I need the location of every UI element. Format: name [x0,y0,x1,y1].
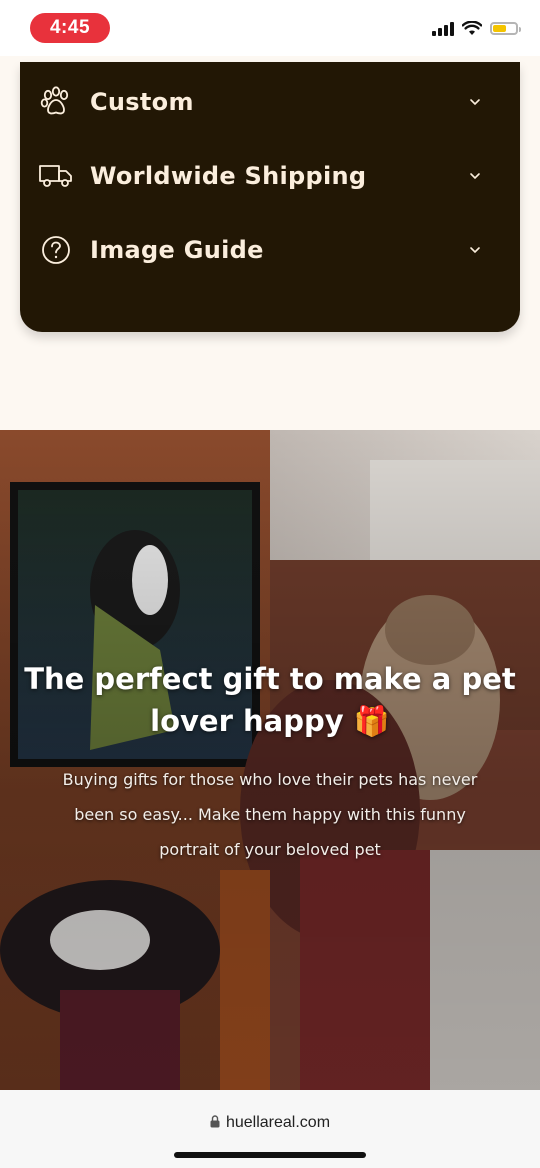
browser-url-bar[interactable]: huellareal.com [0,1090,540,1168]
product-info-accordion: Custom Worldwide Shipping Image Guide [20,62,520,332]
url-text: huellareal.com [225,1114,331,1131]
accordion-label: Worldwide Shipping [90,162,367,190]
accordion-item-custom[interactable]: Custom [20,72,520,132]
hero-title: The perfect gift to make a pet lover hap… [24,662,516,738]
status-time: 4:45 [30,13,110,43]
cellular-signal-icon [432,20,454,36]
chevron-down-icon [470,173,480,180]
accordion-label: Image Guide [90,236,264,264]
home-indicator[interactable] [174,1152,366,1158]
screen: 4:45 Custom Worldwide Shipping Image Gui… [0,0,540,1168]
hero-background-image [0,430,540,1090]
battery-icon [490,21,521,35]
paw-icon [38,84,74,120]
url-display[interactable]: huellareal.com [0,1114,540,1132]
hero-subtitle: Buying gifts for those who love their pe… [62,770,478,859]
accordion-item-worldwide-shipping[interactable]: Worldwide Shipping [20,146,520,206]
status-bar: 4:45 [0,0,540,56]
accordion-label: Custom [90,88,194,116]
accordion-item-image-guide[interactable]: Image Guide [20,220,520,280]
truck-icon [38,158,74,194]
chevron-down-icon [470,99,480,106]
chevron-down-icon [470,247,480,254]
lock-icon [210,1115,220,1128]
hero-banner [0,430,540,1090]
status-icons [432,20,521,36]
wifi-icon [462,20,482,35]
question-circle-icon [38,232,74,268]
